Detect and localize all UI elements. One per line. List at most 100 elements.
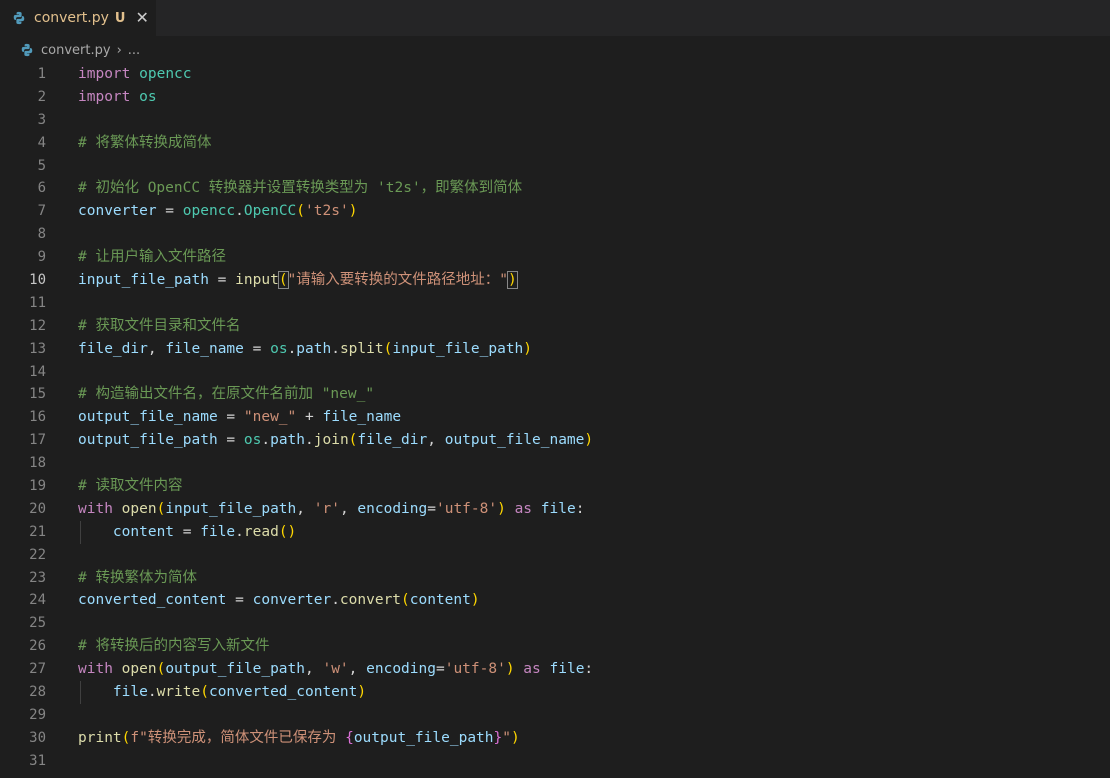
code-token: input_file_path [78, 272, 209, 289]
code-token: "请输入要转换的文件路径地址：" [287, 272, 509, 289]
code-line[interactable]: 1 import opencc [0, 63, 1110, 86]
code-line[interactable]: 25 [0, 612, 1110, 635]
code-token: : [584, 661, 594, 678]
line-number: 10 [29, 272, 46, 289]
code-token: ( [156, 500, 166, 517]
code-token: ) [507, 271, 518, 290]
code-token: path [296, 340, 332, 357]
code-line[interactable]: 18 [0, 452, 1110, 475]
code-token: 't2s' [305, 203, 349, 220]
code-line[interactable]: 31 [0, 750, 1110, 773]
code-line[interactable]: 29 [0, 704, 1110, 727]
code-token: . [305, 432, 314, 449]
code-token: # 让用户输入文件路径 [78, 249, 226, 266]
code-line[interactable]: 19 # 读取文件内容 [0, 475, 1110, 498]
code-token: os [243, 432, 262, 449]
code-line[interactable]: 24 converted_content = converter.convert(… [0, 589, 1110, 612]
code-token: ( [277, 271, 289, 290]
code-token: input [235, 272, 279, 289]
breadcrumb-file[interactable]: convert.py [41, 43, 111, 58]
code-token: input_file_path [392, 340, 524, 357]
code-token: . [147, 684, 157, 701]
tab-convert-py[interactable]: convert.py U ✕ [0, 0, 156, 36]
code-line[interactable]: 14 [0, 361, 1110, 384]
close-icon[interactable]: ✕ [135, 10, 148, 26]
code-text: import os [78, 86, 157, 109]
code-line[interactable]: 22 [0, 544, 1110, 567]
code-line[interactable]: 10 input_file_path = input("请输入要转换的文件路径地址… [0, 269, 1110, 292]
code-token: # 读取文件内容 [78, 478, 183, 495]
code-token: import [78, 88, 131, 105]
code-token: . [235, 203, 244, 220]
code-token: ) [510, 729, 520, 746]
breadcrumb-more[interactable]: ... [128, 43, 140, 58]
code-token: : [575, 500, 585, 517]
code-line[interactable]: 2 import os [0, 86, 1110, 109]
line-number: 21 [29, 523, 46, 540]
code-line[interactable]: 13 file_dir, file_name = os.path.split(in… [0, 338, 1110, 361]
line-number: 1 [37, 66, 46, 82]
line-number: 4 [37, 134, 46, 151]
code-token: output_file_name [78, 409, 218, 426]
code-line[interactable]: 15 # 构造输出文件名，在原文件名前加 "new_" [0, 383, 1110, 406]
code-token: . [287, 340, 297, 357]
code-line[interactable]: 27 with open(output_file_path, 'w', encod… [0, 658, 1110, 681]
line-number: 23 [29, 569, 46, 586]
code-text: with open(output_file_path, 'w', encodin… [78, 658, 593, 681]
code-line[interactable]: 8 [0, 223, 1110, 246]
code-line[interactable]: 4 # 将繁体转换成简体 [0, 132, 1110, 155]
code-editor[interactable]: 1 import opencc 2 import os 3 4 # 将繁体转换成简体 5 6 # … [0, 63, 1110, 773]
code-token: () [278, 523, 297, 540]
code-token: ) [348, 203, 358, 220]
code-text: import opencc [78, 63, 192, 86]
code-token: , [348, 661, 367, 678]
code-line[interactable]: 28 file.write(converted_content) [0, 681, 1110, 704]
code-token: " [502, 729, 511, 746]
code-line[interactable]: 23 # 转换繁体为简体 [0, 567, 1110, 590]
code-line[interactable]: 30 print(f"转换完成，简体文件已保存为 {output_file_pat… [0, 727, 1110, 750]
python-file-icon [13, 11, 25, 25]
code-line[interactable]: 11 [0, 292, 1110, 315]
code-line[interactable]: 20 with open(input_file_path, 'r', encodi… [0, 498, 1110, 521]
code-token: os [270, 340, 288, 357]
code-token: converter [78, 203, 157, 220]
code-text: print(f"转换完成，简体文件已保存为 {output_file_path}… [78, 727, 520, 750]
code-token: read [243, 523, 279, 540]
code-line[interactable]: 17 output_file_path = os.path.join(file_d… [0, 429, 1110, 452]
code-line[interactable]: 26 # 将转换后的内容写入新文件 [0, 635, 1110, 658]
code-line[interactable]: 16 output_file_name = "new_" + file_name [0, 406, 1110, 429]
code-token: ) [584, 432, 594, 449]
code-text: output_file_path = os.path.join(file_dir… [78, 429, 593, 452]
code-line[interactable]: 3 [0, 109, 1110, 132]
code-token: write [156, 684, 201, 701]
code-token: opencc [182, 203, 236, 220]
line-number: 29 [29, 706, 46, 723]
code-line[interactable]: 7 converter = opencc.OpenCC('t2s') [0, 200, 1110, 223]
code-token: ( [401, 592, 410, 609]
code-text: # 将转换后的内容写入新文件 [78, 635, 269, 658]
code-token: output_file_name [444, 432, 585, 449]
code-token: ) [505, 661, 515, 678]
code-token: = [156, 203, 183, 220]
line-number: 12 [29, 317, 46, 334]
code-line[interactable]: 9 # 让用户输入文件路径 [0, 246, 1110, 269]
code-line[interactable]: 5 [0, 155, 1110, 178]
line-number: 6 [37, 180, 46, 197]
code-token: converter [252, 592, 332, 609]
line-number: 30 [29, 729, 46, 746]
code-token: file_dir [357, 432, 428, 449]
code-token: = [427, 500, 436, 517]
code-text: converter = opencc.OpenCC('t2s') [78, 200, 357, 223]
line-number: 9 [37, 249, 46, 266]
code-token: = [174, 523, 201, 540]
code-line[interactable]: 12 # 获取文件目录和文件名 [0, 315, 1110, 338]
code-token: ( [200, 684, 209, 701]
code-line[interactable]: 21 content = file.read() [0, 520, 1110, 544]
tab-bar: convert.py U ✕ [0, 0, 1110, 36]
code-line[interactable]: 6 # 初始化 OpenCC 转换器并设置转换类型为 't2s'，即繁体到简体 [0, 177, 1110, 200]
